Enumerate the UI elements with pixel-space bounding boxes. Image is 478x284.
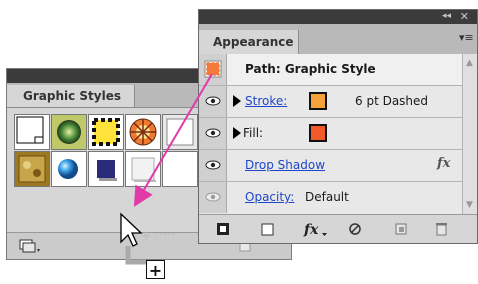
fx-icon: fx: [437, 156, 451, 171]
add-new-fill-icon[interactable]: [259, 221, 277, 237]
stroke-color-swatch[interactable]: [309, 92, 327, 110]
graphic-style-dashed-swatch[interactable]: [88, 114, 124, 150]
delete-item-icon[interactable]: [433, 221, 451, 237]
appearance-attribute-list: Path: Graphic Style Stroke: 6 pt Dashed …: [199, 54, 462, 214]
add-new-effect-icon[interactable]: fx: [303, 221, 329, 237]
plus-glyph: +: [148, 261, 163, 280]
opacity-label-link[interactable]: Opacity:: [245, 190, 294, 204]
fill-expand-triangle-icon[interactable]: [233, 127, 241, 139]
graphic-style-texture-swatch[interactable]: [14, 151, 50, 187]
opacity-value: Default: [305, 190, 349, 204]
scroll-down-arrow-icon[interactable]: ▼: [466, 200, 473, 210]
graphic-style-starburst-swatch[interactable]: [125, 114, 161, 150]
drop-shadow-visibility-toggle[interactable]: [199, 150, 227, 181]
fill-color-swatch[interactable]: [309, 124, 327, 142]
collapse-panel-icon[interactable]: ◂◂: [442, 11, 451, 21]
appearance-panel: ◂◂ ✕ Appearance ▾≡ Path: Graphic Style S…: [198, 9, 478, 244]
graphic-styles-tab-label: Graphic Styles: [23, 89, 121, 103]
stroke-expand-triangle-icon[interactable]: [233, 95, 241, 107]
duplicate-item-icon[interactable]: [393, 221, 411, 237]
fill-visibility-toggle[interactable]: [199, 118, 227, 149]
eye-icon: [205, 128, 221, 138]
appearance-header-row[interactable]: Path: Graphic Style: [199, 54, 462, 86]
graphic-style-thumbnail-icon: [204, 60, 222, 78]
appearance-drop-shadow-row[interactable]: Drop Shadow fx: [199, 150, 462, 182]
appearance-target-label: Path: Graphic Style: [245, 62, 376, 76]
appearance-tab-label: Appearance: [213, 35, 294, 49]
clear-appearance-icon[interactable]: [347, 221, 365, 237]
appearance-fill-row[interactable]: Fill:: [199, 118, 462, 150]
tab-graphic-styles[interactable]: Graphic Styles: [7, 85, 135, 107]
panel-menu-icon[interactable]: ▾≡: [459, 31, 474, 44]
graphic-style-blue-sphere-swatch[interactable]: [51, 151, 87, 187]
graphic-style-beveled-swatch[interactable]: [125, 151, 161, 187]
copy-plus-badge-icon: +: [146, 260, 165, 279]
graphic-style-libraries-icon[interactable]: [19, 239, 41, 253]
stroke-visibility-toggle[interactable]: [199, 86, 227, 117]
graphic-style-thumbnail-cell: [199, 54, 227, 85]
appearance-scrollbar[interactable]: ▲ ▼: [462, 54, 477, 214]
appearance-footer-toolbar: fx: [199, 214, 477, 243]
tab-appearance[interactable]: Appearance: [199, 30, 299, 54]
drop-shadow-effect-link[interactable]: Drop Shadow: [245, 158, 325, 172]
stroke-weight-value: 6 pt Dashed: [355, 94, 429, 108]
panel-menu-glyph: ▾≡: [459, 31, 474, 44]
graphic-style-partial-swatch[interactable]: [162, 114, 198, 150]
appearance-stroke-row[interactable]: Stroke: 6 pt Dashed: [199, 86, 462, 118]
stroke-label-link[interactable]: Stroke:: [245, 94, 287, 108]
appearance-tab-bar: Appearance ▾≡: [199, 24, 477, 54]
eye-icon: [205, 96, 221, 106]
eye-icon: [205, 192, 221, 202]
add-new-stroke-icon[interactable]: [215, 221, 233, 237]
graphic-style-empty-swatch[interactable]: [162, 151, 198, 187]
opacity-visibility-toggle[interactable]: [199, 182, 227, 213]
appearance-opacity-row[interactable]: Opacity: Default: [199, 182, 462, 214]
svg-text:fx: fx: [303, 222, 319, 237]
graphic-style-glow-swatch[interactable]: [51, 114, 87, 150]
graphic-style-navy-square-swatch[interactable]: [88, 151, 124, 187]
fill-label[interactable]: Fill:: [243, 126, 263, 140]
eye-icon: [205, 160, 221, 170]
close-panel-icon[interactable]: ✕: [460, 10, 469, 23]
appearance-title-bar[interactable]: ◂◂ ✕: [199, 10, 477, 24]
graphic-style-default-swatch[interactable]: [14, 114, 50, 150]
scroll-up-arrow-icon[interactable]: ▲: [466, 58, 473, 68]
